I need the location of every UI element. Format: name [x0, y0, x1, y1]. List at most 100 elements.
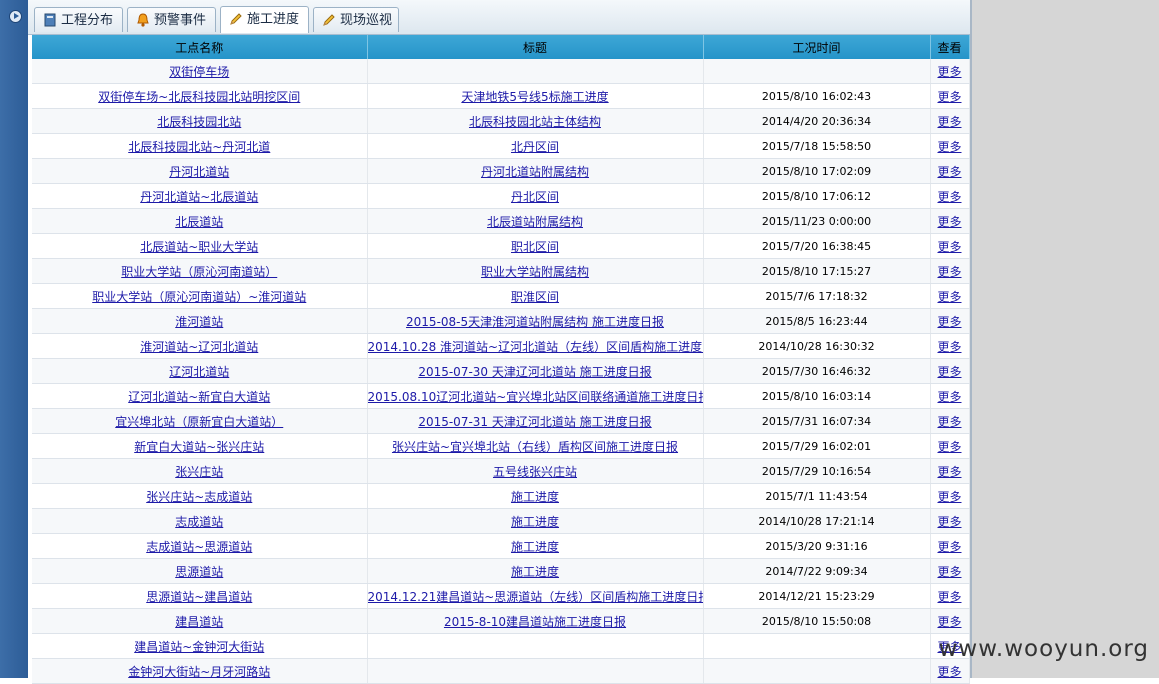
more-link[interactable]: 更多 [937, 665, 961, 679]
title-link[interactable]: 2015.08.10辽河北道站~宜兴埠北站区间联络通道施工进度日报 [368, 390, 703, 404]
tab-site-inspection[interactable]: 现场巡视 [313, 7, 399, 32]
title-link[interactable]: 施工进度 [511, 490, 559, 504]
time-cell [703, 59, 931, 84]
site-name-link[interactable]: 双街停车场~北辰科技园北站明挖区间 [98, 90, 300, 104]
more-link[interactable]: 更多 [937, 115, 961, 129]
site-name-link[interactable]: 张兴庄站~志成道站 [146, 490, 252, 504]
tab-construction-progress[interactable]: 施工进度 [220, 6, 309, 33]
site-name-link[interactable]: 思源道站 [175, 565, 223, 579]
title-link[interactable]: 2015-07-30 天津辽河北道站 施工进度日报 [418, 365, 651, 379]
title-link[interactable]: 施工进度 [511, 515, 559, 529]
more-link[interactable]: 更多 [937, 340, 961, 354]
column-header-title[interactable]: 标题 [367, 35, 704, 59]
tab-warning-events[interactable]: 预警事件 [127, 7, 216, 32]
more-link[interactable]: 更多 [937, 165, 961, 179]
site-name-link[interactable]: 北辰科技园北站~丹河北道 [128, 140, 270, 154]
more-link[interactable]: 更多 [937, 190, 961, 204]
more-link[interactable]: 更多 [937, 290, 961, 304]
more-link[interactable]: 更多 [937, 65, 961, 79]
title-cell [367, 633, 704, 659]
site-name-link[interactable]: 志成道站~思源道站 [146, 540, 252, 554]
title-link[interactable]: 北辰科技园北站主体结构 [469, 115, 601, 129]
site-name-link[interactable]: 新宜白大道站~张兴庄站 [134, 440, 264, 454]
site-name-link[interactable]: 双街停车场 [169, 65, 229, 79]
title-link[interactable]: 施工进度 [511, 565, 559, 579]
title-cell [367, 658, 704, 684]
title-link[interactable]: 2015-08-5天津淮河道站附属结构 施工进度日报 [406, 315, 664, 329]
title-link[interactable]: 2015-8-10建昌道站施工进度日报 [444, 615, 626, 629]
site-cell: 淮河道站 [32, 308, 368, 334]
title-link[interactable]: 职业大学站附属结构 [481, 265, 589, 279]
column-header-time[interactable]: 工况时间 [703, 35, 931, 59]
column-header-site-name[interactable]: 工点名称 [32, 35, 368, 59]
table-row: 职业大学站（原沁河南道站） 职业大学站附属结构 2015/8/10 17:15:27… [32, 258, 970, 284]
more-link[interactable]: 更多 [937, 265, 961, 279]
title-link[interactable]: 职北区间 [511, 240, 559, 254]
site-name-link[interactable]: 建昌道站~金钟河大街站 [134, 640, 264, 654]
more-link[interactable]: 更多 [937, 590, 961, 604]
more-link[interactable]: 更多 [937, 90, 961, 104]
site-name-link[interactable]: 辽河北道站~新宜白大道站 [128, 390, 270, 404]
more-link[interactable]: 更多 [937, 515, 961, 529]
more-link[interactable]: 更多 [937, 565, 961, 579]
site-name-link[interactable]: 职业大学站（原沁河南道站） [121, 265, 277, 279]
more-link[interactable]: 更多 [937, 415, 961, 429]
more-link[interactable]: 更多 [937, 240, 961, 254]
site-name-link[interactable]: 宜兴埠北站（原新宜白大道站） [115, 415, 283, 429]
more-link[interactable]: 更多 [937, 490, 961, 504]
more-link[interactable]: 更多 [937, 390, 961, 404]
title-link[interactable]: 北辰道站附属结构 [487, 215, 583, 229]
title-link[interactable]: 2015-07-31 天津辽河北道站 施工进度日报 [418, 415, 651, 429]
site-cell: 淮河道站~辽河北道站 [32, 333, 368, 359]
table-body: 双街停车场 更多 双街停车场~北辰科技园北站明挖区间 天津地铁5号线5标施工进度 201… [32, 59, 970, 684]
more-link[interactable]: 更多 [937, 465, 961, 479]
site-name-link[interactable]: 思源道站~建昌道站 [146, 590, 252, 604]
title-link[interactable]: 施工进度 [511, 540, 559, 554]
expand-arrow-icon[interactable] [9, 10, 22, 23]
column-header-view[interactable]: 查看 [930, 35, 970, 59]
time-cell: 2015/8/10 17:15:27 [703, 258, 931, 284]
title-link[interactable]: 2014.12.21建昌道站~思源道站（左线）区间盾构施工进度日报 [368, 590, 703, 604]
site-name-link[interactable]: 北辰道站~职业大学站 [140, 240, 258, 254]
site-name-link[interactable]: 辽河北道站 [169, 365, 229, 379]
title-link[interactable]: 北丹区间 [511, 140, 559, 154]
more-link[interactable]: 更多 [937, 315, 961, 329]
view-cell: 更多 [930, 558, 970, 584]
title-link[interactable]: 职淮区间 [511, 290, 559, 304]
more-link[interactable]: 更多 [937, 615, 961, 629]
title-cell: 施工进度 [367, 558, 704, 584]
more-link[interactable]: 更多 [937, 365, 961, 379]
more-link[interactable]: 更多 [937, 540, 961, 554]
site-name-link[interactable]: 丹河北道站 [169, 165, 229, 179]
title-cell: 2015.08.10辽河北道站~宜兴埠北站区间联络通道施工进度日报 [367, 383, 704, 409]
title-link[interactable]: 张兴庄站~宜兴埠北站（右线）盾构区间施工进度日报 [392, 440, 678, 454]
title-link[interactable]: 丹河北道站附属结构 [481, 165, 589, 179]
site-cell: 北辰道站 [32, 208, 368, 234]
site-name-link[interactable]: 张兴庄站 [175, 465, 223, 479]
title-link[interactable]: 2014.10.28 淮河道站~辽河北道站（左线）区间盾构施工进度E [368, 340, 703, 354]
time-cell: 2015/7/6 17:18:32 [703, 283, 931, 309]
site-name-link[interactable]: 建昌道站 [175, 615, 223, 629]
tab-project-distribution[interactable]: 工程分布 [34, 7, 123, 32]
bell-icon [137, 13, 149, 27]
site-name-link[interactable]: 北辰道站 [175, 215, 223, 229]
title-link[interactable]: 天津地铁5号线5标施工进度 [461, 90, 608, 104]
site-cell: 辽河北道站~新宜白大道站 [32, 383, 368, 409]
main-panel: 工程分布 预警事件 施工进度 现场巡视 工点名称 标题 工况时间 查看 双街停车… [28, 0, 972, 684]
site-name-link[interactable]: 志成道站 [175, 515, 223, 529]
site-name-link[interactable]: 职业大学站（原沁河南道站）~淮河道站 [92, 290, 306, 304]
time-cell: 2015/8/10 16:02:43 [703, 83, 931, 109]
table-row: 淮河道站 2015-08-5天津淮河道站附属结构 施工进度日报 2015/8/5 1… [32, 308, 970, 334]
site-name-link[interactable]: 金钟河大街站~月牙河路站 [128, 665, 270, 679]
title-link[interactable]: 五号线张兴庄站 [493, 465, 577, 479]
title-cell [367, 59, 704, 84]
site-cell: 张兴庄站 [32, 458, 368, 484]
more-link[interactable]: 更多 [937, 440, 961, 454]
site-name-link[interactable]: 丹河北道站~北辰道站 [140, 190, 258, 204]
site-name-link[interactable]: 北辰科技园北站 [157, 115, 241, 129]
more-link[interactable]: 更多 [937, 140, 961, 154]
site-name-link[interactable]: 淮河道站~辽河北道站 [140, 340, 258, 354]
site-name-link[interactable]: 淮河道站 [175, 315, 223, 329]
more-link[interactable]: 更多 [937, 215, 961, 229]
title-link[interactable]: 丹北区间 [511, 190, 559, 204]
